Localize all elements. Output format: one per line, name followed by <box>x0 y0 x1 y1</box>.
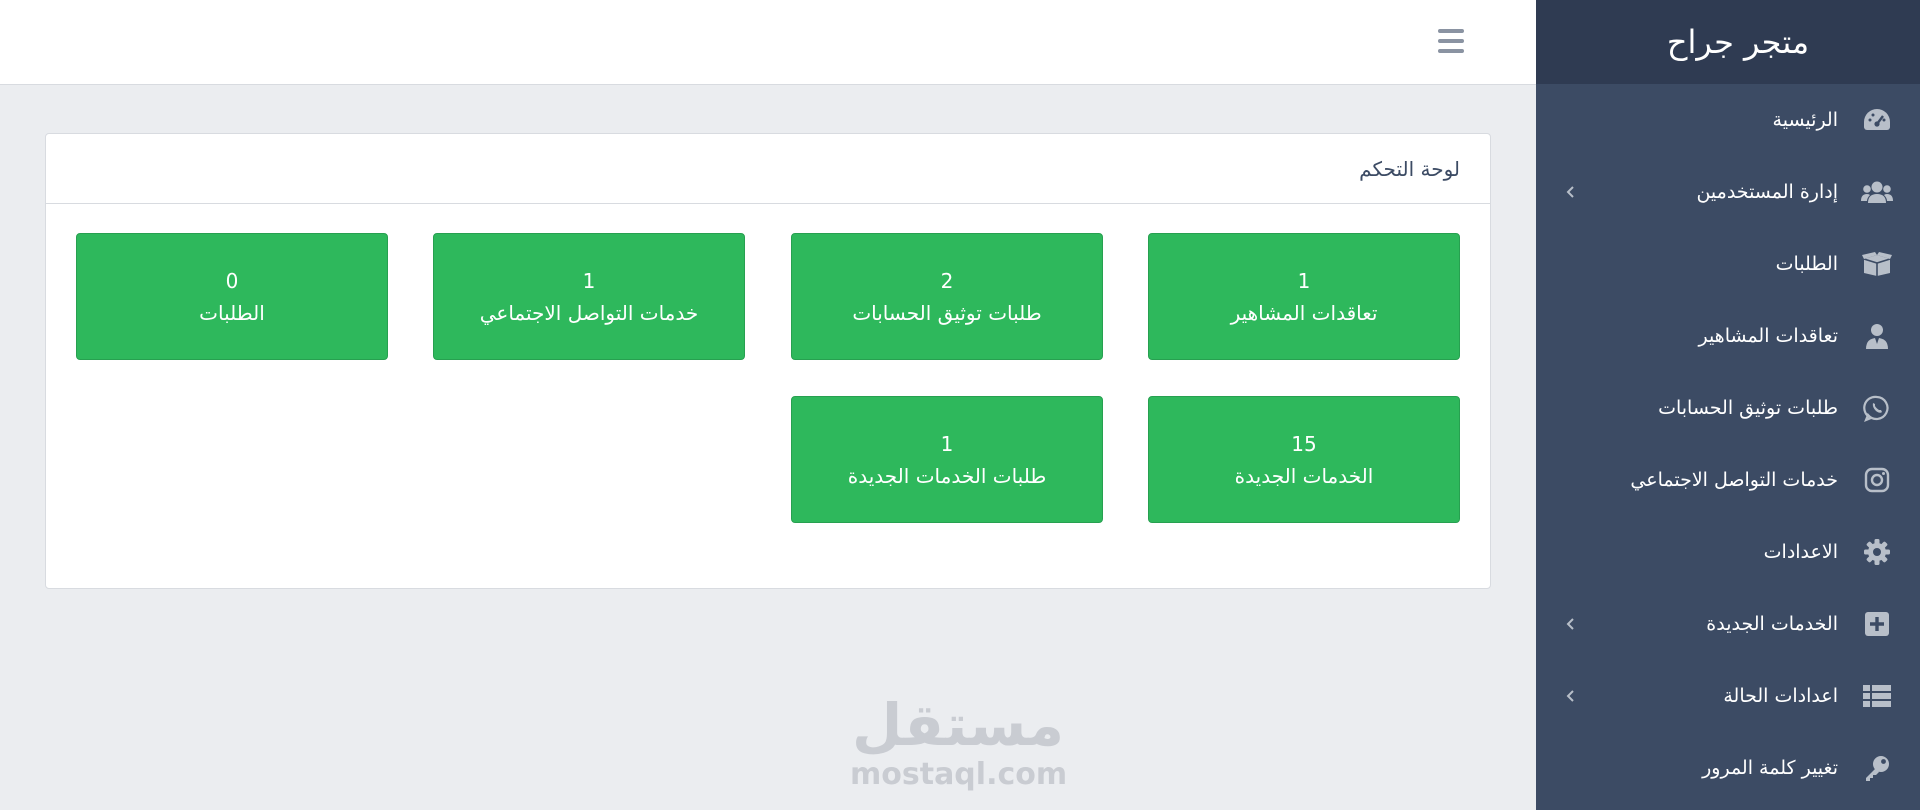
sidebar-item-label: تغيير كلمة المرور <box>1702 757 1838 779</box>
sidebar-nav: الرئيسية إدارة المستخدمين الطلبات تعاقدا… <box>1536 84 1920 804</box>
tile-label: الخدمات الجديدة <box>1234 463 1374 488</box>
tile-label: طلبات توثيق الحسابات <box>852 300 1042 325</box>
tile-count: 1 <box>1297 268 1311 293</box>
sidebar-item-label: الرئيسية <box>1772 109 1838 131</box>
watermark: مستقل mostaql.com <box>850 691 1068 792</box>
tile-count: 2 <box>940 268 954 293</box>
dashboard-card: لوحة التحكم 1 تعاقدات المشاهير 2 طلبات ت… <box>45 133 1491 589</box>
sidebar-item-celebrity-contracts[interactable]: تعاقدات المشاهير <box>1536 300 1920 372</box>
gear-icon <box>1860 535 1894 569</box>
sidebar-item-settings[interactable]: الاعدادات <box>1536 516 1920 588</box>
sidebar: متجر جراح الرئيسية إدارة المستخدمين الطل… <box>1536 0 1920 810</box>
top-header <box>0 0 1536 85</box>
card-title: لوحة التحكم <box>46 134 1490 204</box>
brand-title[interactable]: متجر جراح <box>1536 0 1920 84</box>
sidebar-item-label: تعاقدات المشاهير <box>1698 325 1838 347</box>
tile-label: تعاقدات المشاهير <box>1230 300 1378 325</box>
watermark-arabic: مستقل <box>851 691 1065 759</box>
stat-tile-celebrity-contracts[interactable]: 1 تعاقدات المشاهير <box>1148 233 1460 360</box>
brand-label: متجر جراح <box>1666 23 1810 61</box>
user-icon <box>1860 319 1894 353</box>
watermark-latin: mostaql.com <box>850 757 1068 792</box>
speedometer-icon <box>1860 103 1894 137</box>
sidebar-item-label: طلبات توثيق الحسابات <box>1658 397 1838 419</box>
sidebar-item-social-services[interactable]: خدمات التواصل الاجتماعي <box>1536 444 1920 516</box>
sidebar-item-account-verification[interactable]: طلبات توثيق الحسابات <box>1536 372 1920 444</box>
stat-tile-new-service-requests[interactable]: 1 طلبات الخدمات الجديدة <box>791 396 1103 523</box>
menu-toggle-button[interactable] <box>1434 26 1468 56</box>
chevron-left-icon <box>1564 617 1578 631</box>
tile-label: الطلبات <box>199 300 265 325</box>
users-icon <box>1860 175 1894 209</box>
hamburger-icon <box>1438 29 1464 33</box>
key-icon <box>1860 751 1894 785</box>
sidebar-item-label: إدارة المستخدمين <box>1696 181 1838 203</box>
tile-count: 1 <box>582 268 596 293</box>
tile-count: 0 <box>225 268 239 293</box>
stat-tile-new-services[interactable]: 15 الخدمات الجديدة <box>1148 396 1460 523</box>
sidebar-item-label: خدمات التواصل الاجتماعي <box>1630 469 1838 491</box>
list-icon <box>1860 679 1894 713</box>
sidebar-item-change-password[interactable]: تغيير كلمة المرور <box>1536 732 1920 804</box>
tile-count: 15 <box>1291 431 1317 456</box>
stat-tile-social-services[interactable]: 1 خدمات التواصل الاجتماعي <box>433 233 745 360</box>
plus-square-icon <box>1860 607 1894 641</box>
sidebar-item-label: الخدمات الجديدة <box>1706 613 1838 635</box>
box-icon <box>1860 247 1894 281</box>
stat-tile-orders[interactable]: 0 الطلبات <box>76 233 388 360</box>
sidebar-item-status-settings[interactable]: اعدادات الحالة <box>1536 660 1920 732</box>
instagram-icon <box>1860 463 1894 497</box>
stat-tile-account-verification[interactable]: 2 طلبات توثيق الحسابات <box>791 233 1103 360</box>
chevron-left-icon <box>1564 185 1578 199</box>
sidebar-item-users[interactable]: إدارة المستخدمين <box>1536 156 1920 228</box>
sidebar-item-orders[interactable]: الطلبات <box>1536 228 1920 300</box>
tile-count: 1 <box>940 431 954 456</box>
tile-label: طلبات الخدمات الجديدة <box>847 463 1047 488</box>
sidebar-item-new-services[interactable]: الخدمات الجديدة <box>1536 588 1920 660</box>
whatsapp-icon <box>1860 391 1894 425</box>
sidebar-item-label: الطلبات <box>1775 253 1838 275</box>
sidebar-item-home[interactable]: الرئيسية <box>1536 84 1920 156</box>
sidebar-item-label: اعدادات الحالة <box>1723 685 1838 707</box>
sidebar-item-label: الاعدادات <box>1763 541 1838 563</box>
tile-label: خدمات التواصل الاجتماعي <box>479 300 699 325</box>
chevron-left-icon <box>1564 689 1578 703</box>
